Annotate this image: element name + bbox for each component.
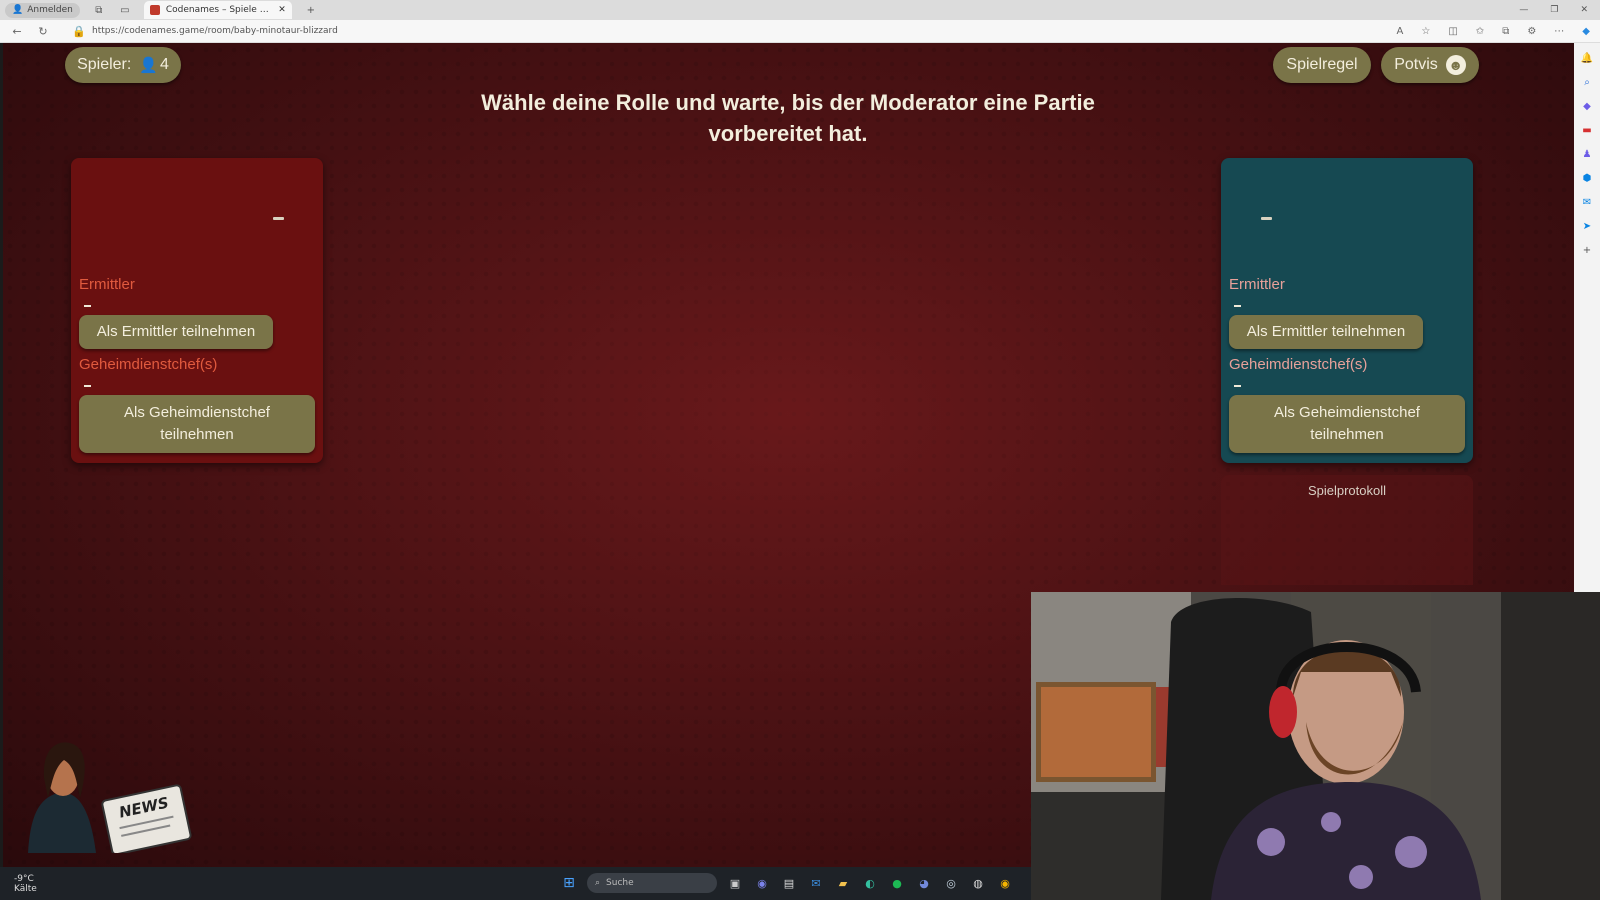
tab-actions-icon[interactable]: ▭ [118, 3, 132, 17]
task-view-icon[interactable]: ▣ [726, 874, 744, 892]
taskbar-search-input[interactable]: ⌕ Suche [587, 873, 717, 893]
user-name: Potvis [1394, 56, 1438, 73]
split-screen-icon[interactable]: ◫ [1448, 26, 1457, 37]
reload-icon[interactable]: ↻ [34, 25, 52, 38]
spotify-icon[interactable]: ● [888, 874, 906, 892]
players-count: 4 [160, 56, 169, 73]
red-spymasters-list [84, 385, 91, 387]
codenames-favicon-icon [149, 5, 160, 15]
rules-label: Spielregel [1286, 56, 1358, 73]
search-icon[interactable]: ⌕ [1580, 75, 1594, 89]
temperature: -9°C [14, 873, 34, 884]
search-placeholder: Suche [606, 878, 634, 888]
weather-condition: Kälte [14, 883, 37, 894]
browser-tab-codenames[interactable]: Codenames – Spiele online mit d ✕ [143, 1, 292, 19]
minimize-icon[interactable]: — [1519, 5, 1528, 15]
address-bar: ← ↻ 🔒 https://codenames.game/room/baby-m… [0, 20, 1600, 43]
red-operatives-label: Ermittler [79, 276, 135, 293]
profile-button[interactable]: 👤 Anmelden [5, 2, 80, 18]
blue-join-operative-button[interactable]: Als Ermittler teilnehmen [1229, 315, 1423, 349]
players-button[interactable]: Spieler: 👤 4 [65, 47, 181, 83]
collections-icon[interactable]: ⧉ [1502, 26, 1509, 37]
red-operatives-list [84, 305, 91, 307]
user-button[interactable]: Potvis ☻ [1381, 47, 1479, 83]
lock-icon: 🔒 [72, 24, 86, 38]
favorites-icon[interactable]: ✩ [1476, 26, 1484, 37]
new-tab-icon[interactable]: + [304, 3, 318, 17]
blue-spymasters-list [1234, 385, 1241, 387]
game-log-panel: Spielprotokoll [1221, 475, 1473, 585]
store-icon[interactable]: ▤ [780, 874, 798, 892]
tools-icon[interactable]: ▬ [1580, 123, 1594, 137]
outlook-icon[interactable]: ✉ [1580, 195, 1594, 209]
back-icon[interactable]: ← [8, 25, 26, 38]
blue-operatives-label: Ermittler [1229, 276, 1285, 293]
game-log-title: Spielprotokoll [1307, 483, 1387, 498]
office-icon[interactable]: ⬢ [1580, 171, 1594, 185]
search-icon: ⌕ [595, 878, 601, 888]
page-title: Wähle deine Rolle und warte, bis der Mod… [481, 90, 1095, 146]
red-join-operative-button[interactable]: Als Ermittler teilnehmen [79, 315, 273, 349]
red-team-panel: Ermittler Als Ermittler teilnehmen Gehei… [71, 158, 323, 463]
read-aloud-icon[interactable]: A [1397, 26, 1404, 37]
tab-title: Codenames – Spiele online mit d [165, 5, 273, 15]
edge-browser-icon[interactable]: ◐ [861, 874, 879, 892]
teams-chat-icon[interactable]: ◉ [753, 874, 771, 892]
restore-icon[interactable]: ❐ [1550, 5, 1558, 15]
steam-icon[interactable]: ◎ [942, 874, 960, 892]
weather-widget[interactable]: -9°C Kälte [14, 874, 37, 894]
person-icon: 👤 [139, 57, 159, 74]
browser-tab-bar: 👤 Anmelden ⧉ ▭ Codenames – Spiele online… [0, 0, 1600, 20]
red-join-spymaster-button[interactable]: Als Geheimdienstchef teilnehmen [79, 395, 315, 453]
file-explorer-icon[interactable]: ▰ [834, 874, 852, 892]
extensions-icon[interactable]: ⚙ [1527, 26, 1536, 37]
blue-team-panel: Ermittler Als Ermittler teilnehmen Gehei… [1221, 158, 1473, 463]
profile-label: Anmelden [27, 5, 73, 15]
mail-icon[interactable]: ✉ [807, 874, 825, 892]
rules-button[interactable]: Spielregel [1273, 47, 1371, 83]
webcam-feed [1031, 592, 1600, 900]
close-tab-icon[interactable]: ✕ [278, 5, 286, 15]
players-label: Spieler: [77, 56, 132, 73]
red-spymasters-label: Geheimdienstchef(s) [79, 356, 218, 373]
more-menu-icon[interactable]: ⋯ [1554, 26, 1564, 37]
windows-start-icon[interactable]: ⊞ [560, 874, 578, 892]
obs-icon[interactable]: ◍ [969, 874, 987, 892]
shopping-icon[interactable]: ◆ [1580, 99, 1594, 113]
webcam-overlay [1031, 592, 1600, 900]
add-sidebar-icon[interactable]: + [1580, 243, 1594, 257]
bell-icon[interactable]: 🔔 [1580, 51, 1594, 65]
games-icon[interactable]: ♟ [1580, 147, 1594, 161]
favorite-star-icon[interactable]: ☆ [1421, 26, 1430, 37]
taskbar: -9°C Kälte ⊞ ⌕ Suche ▣ ◉ ▤ ✉ ▰ ◐ ● ◕ ◎ ◍… [0, 867, 1031, 900]
url-field[interactable]: https://codenames.game/room/baby-minotau… [92, 26, 1397, 36]
blue-team-score [1261, 217, 1272, 220]
send-icon[interactable]: ➤ [1580, 219, 1594, 233]
blue-spymasters-label: Geheimdienstchef(s) [1229, 356, 1368, 373]
chrome-icon[interactable]: ◉ [996, 874, 1014, 892]
blue-operatives-list [1234, 305, 1241, 307]
smiley-icon: ☻ [1445, 55, 1466, 75]
workspaces-icon[interactable]: ⧉ [92, 3, 106, 17]
browser-sidebar: 🔔 ⌕ ◆ ▬ ♟ ⬢ ✉ ➤ + [1574, 43, 1600, 592]
close-window-icon[interactable]: ✕ [1580, 5, 1588, 15]
person-icon: 👤 [12, 5, 24, 15]
blue-join-spymaster-button[interactable]: Als Geheimdienstchef teilnehmen [1229, 395, 1465, 453]
copilot-icon[interactable]: ◆ [1582, 26, 1590, 37]
news-mascot[interactable]: NEWS [18, 738, 193, 853]
discord-icon[interactable]: ◕ [915, 874, 933, 892]
red-team-score [273, 217, 284, 220]
